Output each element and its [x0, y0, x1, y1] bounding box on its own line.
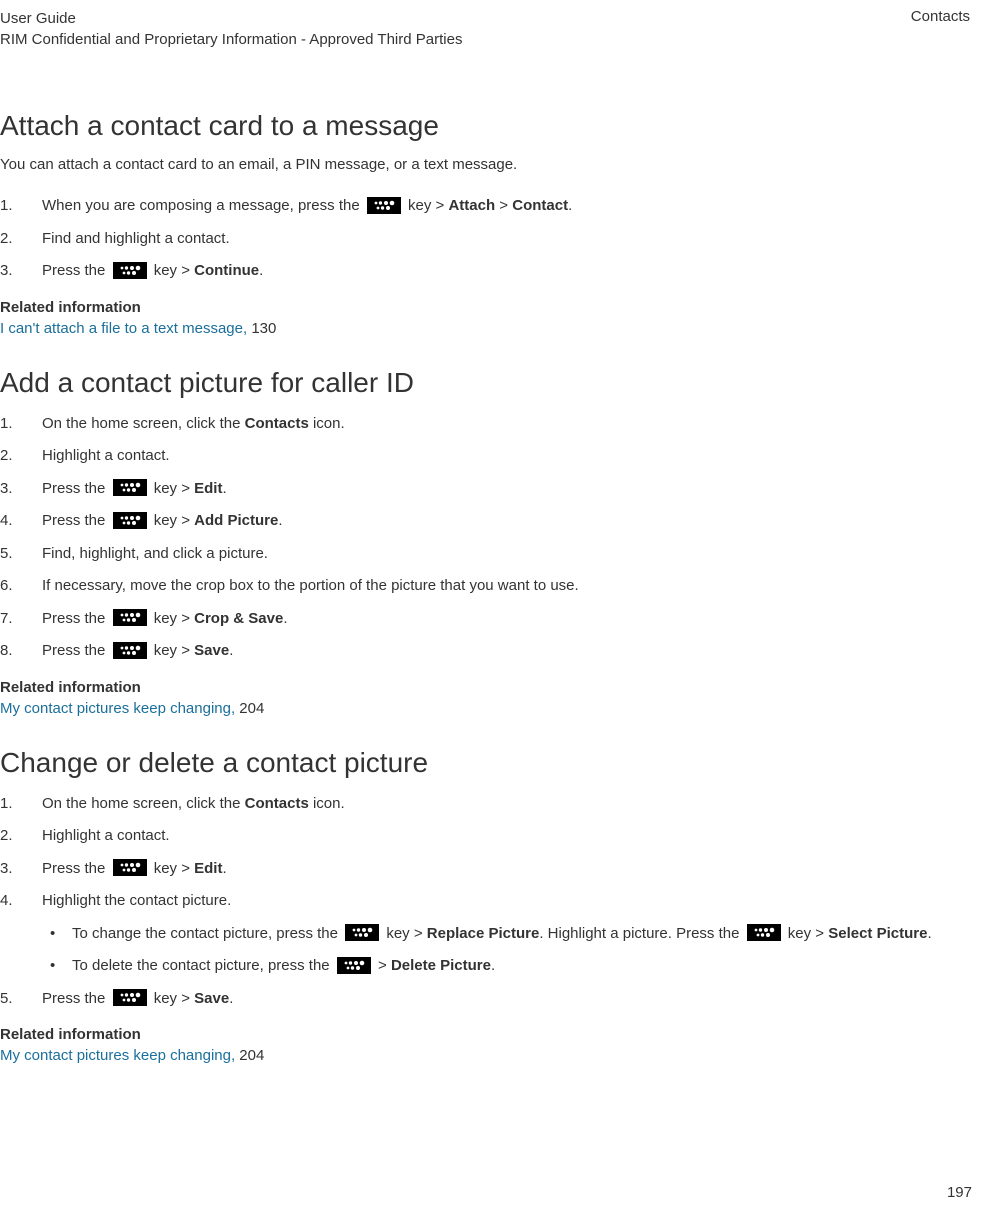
related-info-link[interactable]: My contact pictures keep changing, 204 [0, 1047, 970, 1064]
blackberry-key-icon [113, 989, 147, 1006]
header-left: User Guide RIM Confidential and Propriet… [0, 8, 462, 50]
blackberry-key-icon [367, 197, 401, 214]
blackberry-key-icon [113, 512, 147, 529]
related-info-title: Related information [0, 679, 970, 696]
step-item: Highlight a contact. [0, 445, 970, 468]
blackberry-key-icon [113, 479, 147, 496]
heading-change-delete: Change or delete a contact picture [0, 747, 970, 779]
blackberry-key-icon [113, 609, 147, 626]
heading-attach: Attach a contact card to a message [0, 110, 970, 142]
step-item: If necessary, move the crop box to the p… [0, 575, 970, 598]
step-item: Find, highlight, and click a picture. [0, 543, 970, 566]
step-item: Press the key > Add Picture. [0, 510, 970, 533]
blackberry-key-icon [113, 642, 147, 659]
page-header: User Guide RIM Confidential and Propriet… [0, 8, 970, 50]
step-item: Press the key > Edit. [0, 478, 970, 501]
step-item: Press the key > Save. [0, 640, 970, 663]
step-item: On the home screen, click the Contacts i… [0, 793, 970, 816]
blackberry-key-icon [747, 924, 781, 941]
step-item: Highlight a contact. [0, 825, 970, 848]
blackberry-key-icon [113, 859, 147, 876]
blackberry-key-icon [345, 924, 379, 941]
intro-attach: You can attach a contact card to an emai… [0, 156, 970, 173]
step-item: Find and highlight a contact. [0, 228, 970, 251]
step-item: When you are composing a message, press … [0, 195, 970, 218]
section-add-picture: Add a contact picture for caller ID On t… [0, 367, 970, 717]
bullet-item: To change the contact picture, press the… [42, 923, 970, 946]
header-section: Contacts [911, 8, 970, 25]
header-confidential: RIM Confidential and Proprietary Informa… [0, 29, 462, 50]
step-item: On the home screen, click the Contacts i… [0, 413, 970, 436]
bullet-item: To delete the contact picture, press the… [42, 955, 970, 978]
steps-add-picture: On the home screen, click the Contacts i… [0, 413, 970, 663]
blackberry-key-icon [113, 262, 147, 279]
related-info-link[interactable]: My contact pictures keep changing, 204 [0, 700, 970, 717]
steps-attach: When you are composing a message, press … [0, 195, 970, 283]
steps-change-delete: On the home screen, click the Contacts i… [0, 793, 970, 1011]
step-item: Press the key > Edit. [0, 858, 970, 881]
step-item: Press the key > Continue. [0, 260, 970, 283]
header-guide-title: User Guide [0, 8, 462, 29]
heading-add-picture: Add a contact picture for caller ID [0, 367, 970, 399]
blackberry-key-icon [337, 957, 371, 974]
sub-bullets: To change the contact picture, press the… [42, 923, 970, 978]
page-number: 197 [947, 1184, 972, 1201]
section-change-delete-picture: Change or delete a contact picture On th… [0, 747, 970, 1065]
step-item: Press the key > Save. [0, 988, 970, 1011]
related-info-title: Related information [0, 1026, 970, 1043]
section-attach-contact: Attach a contact card to a message You c… [0, 110, 970, 337]
related-info-link[interactable]: I can't attach a file to a text message,… [0, 320, 970, 337]
step-item: Highlight the contact picture. To change… [0, 890, 970, 978]
step-item: Press the key > Crop & Save. [0, 608, 970, 631]
related-info-title: Related information [0, 299, 970, 316]
